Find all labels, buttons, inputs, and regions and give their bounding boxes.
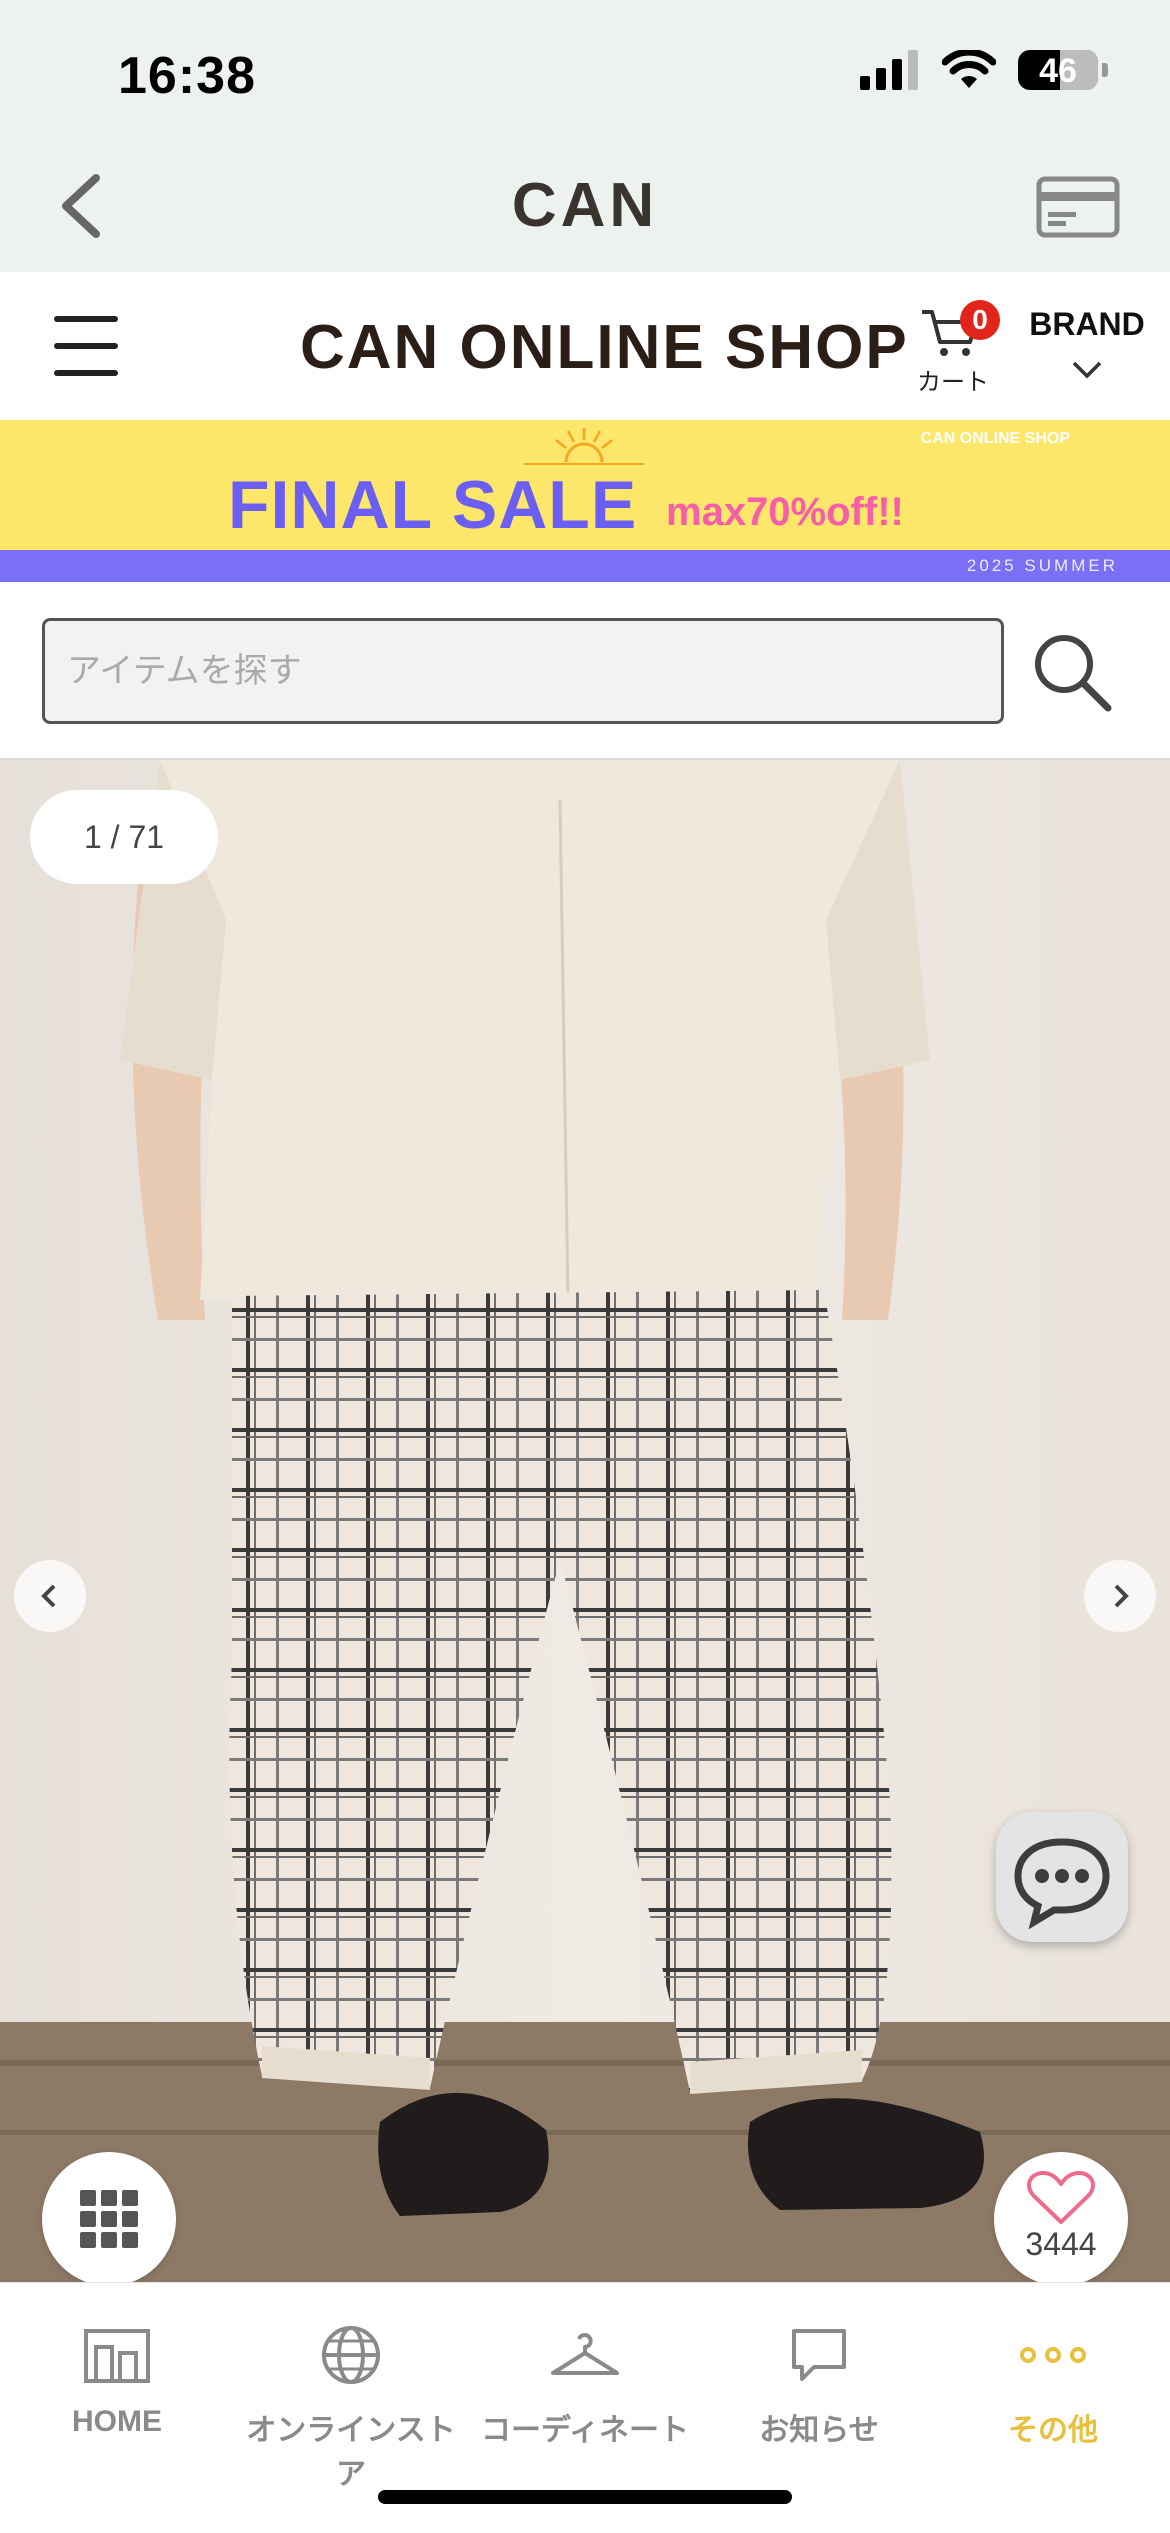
tab-news[interactable]: お知らせ	[702, 2319, 936, 2449]
chat-bubble-icon	[1014, 1838, 1110, 1930]
hamburger-menu-icon[interactable]	[54, 316, 118, 376]
tab-label: コーディネート	[481, 2414, 689, 2447]
chevron-right-icon	[1114, 1584, 1129, 1608]
search-icon	[1035, 635, 1112, 712]
search-button[interactable]	[1030, 630, 1114, 714]
banner-headline: FINAL SALE	[228, 467, 638, 543]
brand-label: BRAND	[1029, 306, 1145, 342]
banner-shop-name: CAN ONLINE SHOP	[920, 430, 1070, 447]
battery-level: 46	[1039, 52, 1077, 90]
brand-dropdown[interactable]: BRAND	[1022, 306, 1152, 386]
home-indicator[interactable]	[378, 2490, 792, 2504]
previous-image-button[interactable]	[14, 1560, 86, 1632]
tab-other[interactable]: その他	[936, 2319, 1170, 2449]
chat-button[interactable]	[996, 1812, 1128, 1942]
wifi-icon	[942, 50, 996, 88]
next-image-button[interactable]	[1084, 1560, 1156, 1632]
tab-label: オンラインストア	[246, 2414, 456, 2491]
cart-button[interactable]: 0 カート	[916, 300, 1000, 400]
grid-icon	[80, 2190, 138, 2248]
sale-banner[interactable]: CAN ONLINE SHOP FINAL SALE max70%off!!	[0, 420, 1170, 550]
tab-label: お知らせ	[759, 2414, 879, 2447]
banner-discount: max70%off!!	[666, 490, 904, 534]
app-logo: CAN	[511, 171, 659, 240]
card-icon	[1036, 176, 1120, 238]
status-icons: 46	[860, 50, 1108, 90]
favorite-count: 3444	[1025, 2226, 1097, 2262]
tab-label: その他	[1008, 2414, 1098, 2447]
tab-home[interactable]: HOME	[0, 2319, 234, 2439]
hanger-icon	[551, 2333, 619, 2375]
search-bar	[0, 586, 1170, 760]
cart-count-badge: 0	[960, 300, 1000, 340]
chevron-left-icon	[41, 1584, 56, 1608]
heart-icon	[1027, 2171, 1095, 2224]
sale-banner-strip: 2025 SUMMER	[0, 550, 1170, 582]
app-header: 16:38 46 CAN	[0, 0, 1170, 272]
search-input[interactable]	[42, 618, 1004, 724]
product-image-carousel[interactable]: 1 / 71 3444	[0, 760, 1170, 2282]
sunburst-icon	[524, 428, 644, 465]
status-time: 16:38	[118, 47, 256, 105]
tab-label: HOME	[72, 2405, 162, 2438]
chevron-down-icon	[1072, 361, 1102, 379]
shop-header: CAN ONLINE SHOP 0 カート BRAND	[0, 272, 1170, 420]
product-photo	[0, 760, 1170, 2282]
cart-label: カート	[917, 369, 989, 396]
shop-title[interactable]: CAN ONLINE SHOP	[300, 312, 909, 383]
membership-card-button[interactable]	[1036, 176, 1120, 243]
battery-icon: 46	[1018, 50, 1108, 90]
home-icon	[84, 2329, 150, 2383]
image-counter: 1 / 71	[30, 790, 218, 884]
chat-bubble-icon	[792, 2329, 846, 2381]
grid-view-button[interactable]	[42, 2152, 176, 2282]
tab-coordinate[interactable]: コーディネート	[468, 2319, 702, 2449]
tab-online-store[interactable]: オンラインストア	[234, 2319, 468, 2493]
banner-season: 2025 SUMMER	[966, 556, 1118, 575]
globe-icon	[322, 2326, 380, 2384]
favorite-button[interactable]: 3444	[994, 2152, 1128, 2282]
signal-icon	[860, 50, 918, 90]
more-dots-icon	[1020, 2347, 1086, 2363]
